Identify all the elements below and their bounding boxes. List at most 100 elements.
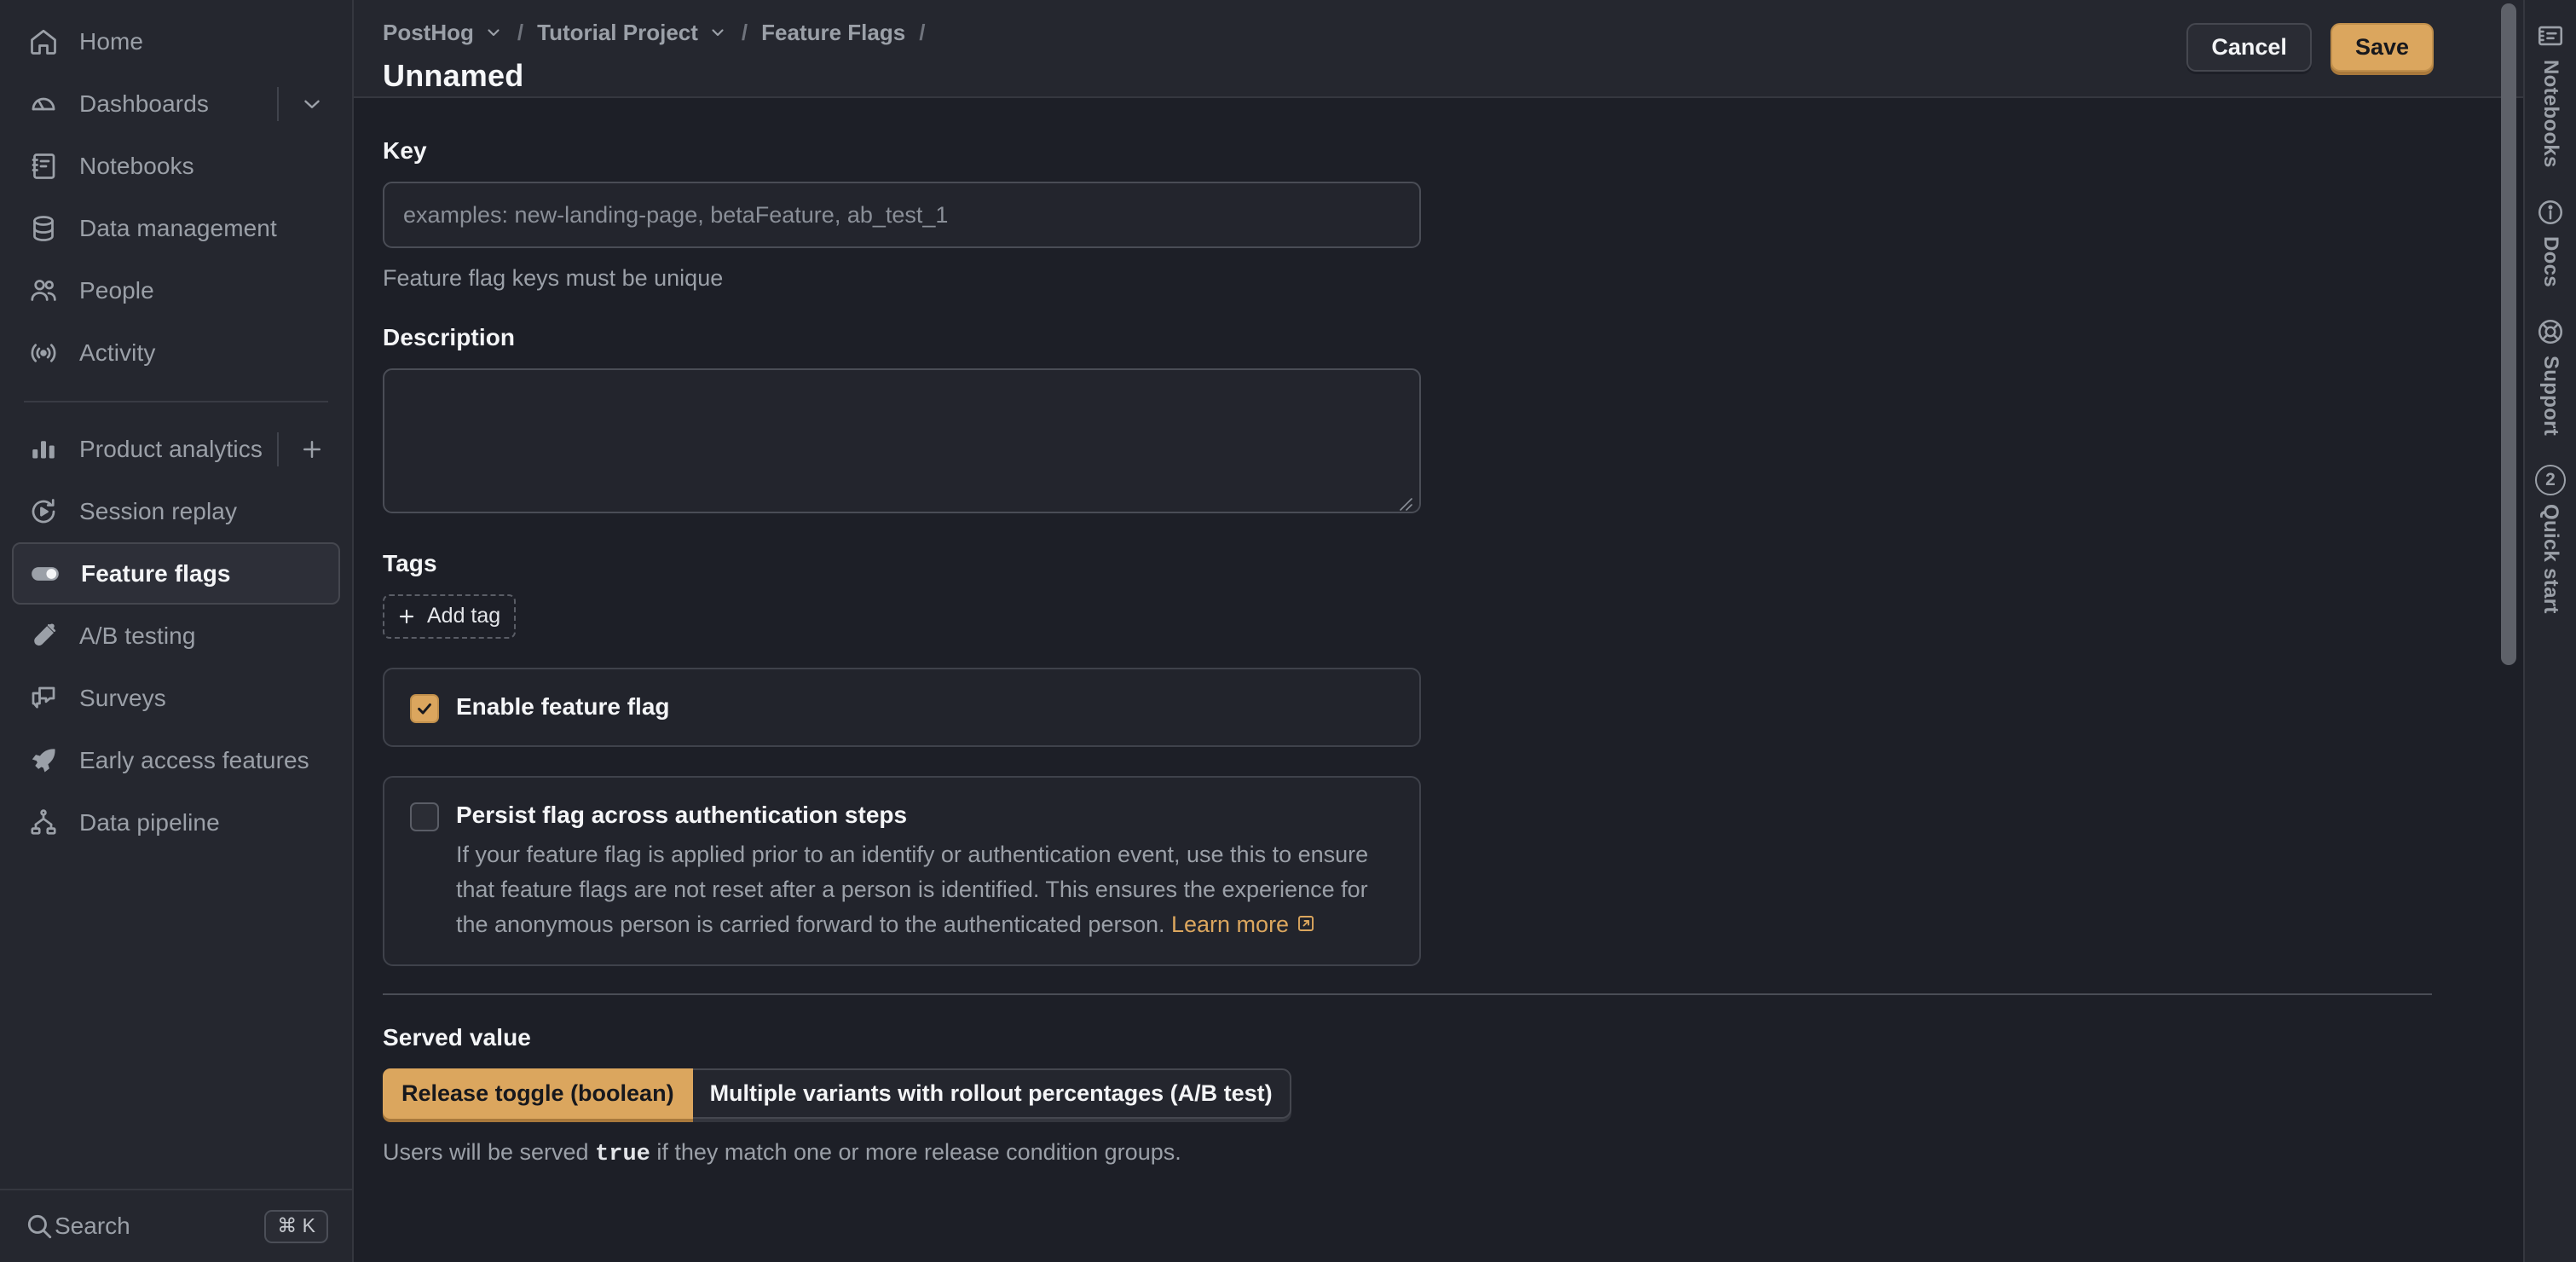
sidebar-dashboards-tail <box>263 86 328 121</box>
breadcrumb-separator: / <box>517 19 524 45</box>
sidebar-item-label: Home <box>79 27 144 55</box>
description-textarea[interactable] <box>383 368 1421 513</box>
activity-icon <box>24 338 63 368</box>
section-divider <box>383 993 2432 996</box>
rail-item-support[interactable]: Support <box>2536 313 2565 436</box>
dashboards-icon <box>24 89 63 119</box>
save-button[interactable]: Save <box>2330 23 2434 72</box>
persist-flag-description: If your feature flag is applied prior to… <box>456 837 1385 942</box>
chevron-down-icon[interactable] <box>483 22 504 43</box>
chevron-down-icon[interactable] <box>708 22 728 43</box>
divider <box>277 431 279 466</box>
play-replay-icon <box>24 496 63 527</box>
enable-flag-checkbox[interactable] <box>410 694 439 723</box>
enable-flag-panel: Enable feature flag <box>383 668 1421 747</box>
breadcrumb-area: PostHog / Tutorial Project / Feature Fla… <box>383 15 2186 94</box>
enable-flag-row[interactable]: Enable feature flag <box>410 692 1394 723</box>
rail-item-label: Notebooks <box>2539 60 2562 168</box>
quick-start-badge: 2 <box>2535 464 2566 495</box>
persist-flag-checkbox[interactable] <box>410 802 439 831</box>
persist-flag-text: Persist flag across authentication steps… <box>456 800 1385 942</box>
main-scrollbar[interactable] <box>2501 0 2516 1262</box>
learn-more-link[interactable]: Learn more <box>1171 912 1289 937</box>
sidebar-item-label: Data management <box>79 214 277 241</box>
rail-item-label: Docs <box>2539 235 2562 287</box>
notebook-icon <box>2536 17 2565 55</box>
main-content: PostHog / Tutorial Project / Feature Fla… <box>354 0 2523 1262</box>
breadcrumb-separator: / <box>741 19 748 45</box>
top-bar: PostHog / Tutorial Project / Feature Fla… <box>354 0 2523 98</box>
sidebar-item-dashboards[interactable]: Dashboards <box>12 72 340 135</box>
scrollbar-thumb[interactable] <box>2501 3 2516 665</box>
persist-flag-row[interactable]: Persist flag across authentication steps… <box>410 800 1394 942</box>
sidebar-item-session-replay[interactable]: Session replay <box>12 480 340 542</box>
served-value-option-release-toggle[interactable]: Release toggle (boolean) <box>383 1068 693 1120</box>
sidebar-analytics-tail <box>263 431 328 466</box>
key-label: Key <box>383 137 427 164</box>
page-title: Unnamed <box>383 58 524 93</box>
plus-icon[interactable] <box>296 433 328 466</box>
database-icon <box>24 213 63 244</box>
sidebar-footer: Search ⌘ K <box>0 1189 352 1262</box>
divider <box>277 86 279 121</box>
sidebar-item-label: People <box>79 276 154 304</box>
cancel-button[interactable]: Cancel <box>2186 23 2312 72</box>
left-sidebar: Home Dashboards Notebooks Data managemen… <box>0 0 354 1262</box>
breadcrumb-separator-trailing: / <box>919 19 926 45</box>
lifebuoy-icon <box>2536 313 2565 350</box>
served-note-prefix: Users will be served <box>383 1139 596 1166</box>
rail-item-label: Quick start <box>2539 503 2562 614</box>
sidebar-divider <box>24 401 328 402</box>
info-icon <box>2536 194 2565 231</box>
key-input[interactable] <box>383 182 1421 248</box>
home-icon <box>24 26 63 57</box>
add-tag-button[interactable]: Add tag <box>383 594 517 639</box>
people-icon <box>24 275 63 306</box>
sidebar-item-label: Early access features <box>79 746 309 773</box>
sidebar-item-early-access-features[interactable]: Early access features <box>12 729 340 791</box>
breadcrumb-label: Feature Flags <box>761 19 906 45</box>
sidebar-item-surveys[interactable]: Surveys <box>12 667 340 729</box>
description-wrapper <box>383 368 1421 518</box>
sidebar-item-label: Surveys <box>79 684 166 711</box>
breadcrumb: PostHog / Tutorial Project / Feature Fla… <box>383 15 2186 49</box>
served-value-option-multivariate[interactable]: Multiple variants with rollout percentag… <box>693 1070 1290 1117</box>
persist-flag-panel: Persist flag across authentication steps… <box>383 776 1421 967</box>
rail-item-quick-start[interactable]: 2 Quick start <box>2535 461 2566 614</box>
breadcrumb-item-tutorial-project[interactable]: Tutorial Project <box>537 20 728 46</box>
sidebar-item-activity[interactable]: Activity <box>12 321 340 384</box>
breadcrumb-item-feature-flags[interactable]: Feature Flags <box>761 20 905 46</box>
search-button[interactable]: Search ⌘ K <box>12 1199 340 1253</box>
sidebar-item-notebooks[interactable]: Notebooks <box>12 135 340 197</box>
key-hint: Feature flag keys must be unique <box>383 265 724 291</box>
breadcrumb-item-posthog[interactable]: PostHog <box>383 20 504 46</box>
chevron-down-icon[interactable] <box>296 88 328 120</box>
sidebar-item-product-analytics[interactable]: Product analytics <box>12 418 340 480</box>
sidebar-nav: Home Dashboards Notebooks Data managemen… <box>0 0 352 1189</box>
add-tag-label: Add tag <box>427 604 501 628</box>
rocket-icon <box>24 745 63 776</box>
sidebar-item-label: Session replay <box>79 497 238 524</box>
sidebar-item-data-management[interactable]: Data management <box>12 197 340 259</box>
sidebar-item-label: Notebooks <box>79 152 194 179</box>
sidebar-item-ab-testing[interactable]: A/B testing <box>12 605 340 667</box>
feature-flag-form: Key Feature flag keys must be unique Des… <box>354 98 2523 1262</box>
served-value-note: Users will be served true if they match … <box>383 1139 2523 1167</box>
right-rail: Notebooks Docs Support 2 Quick start <box>2523 0 2576 1262</box>
external-link-icon[interactable] <box>1296 913 1316 934</box>
search-label: Search <box>55 1213 130 1239</box>
rail-item-docs[interactable]: Docs <box>2536 194 2565 287</box>
sidebar-item-home[interactable]: Home <box>12 10 340 72</box>
sidebar-item-feature-flags[interactable]: Feature flags <box>12 542 340 605</box>
chat-icon <box>24 683 63 714</box>
served-note-suffix: if they match one or more release condit… <box>650 1139 1181 1166</box>
sidebar-item-people[interactable]: People <box>12 259 340 321</box>
rail-item-notebooks[interactable]: Notebooks <box>2536 17 2565 168</box>
enable-flag-label: Enable feature flag <box>456 693 670 720</box>
breadcrumb-label: Tutorial Project <box>537 19 698 45</box>
sidebar-item-data-pipeline[interactable]: Data pipeline <box>12 791 340 854</box>
served-value-label: Served value <box>383 1024 531 1051</box>
pipeline-icon <box>24 808 63 838</box>
sidebar-item-label: Activity <box>79 339 156 366</box>
app-root: Home Dashboards Notebooks Data managemen… <box>0 0 2576 1262</box>
